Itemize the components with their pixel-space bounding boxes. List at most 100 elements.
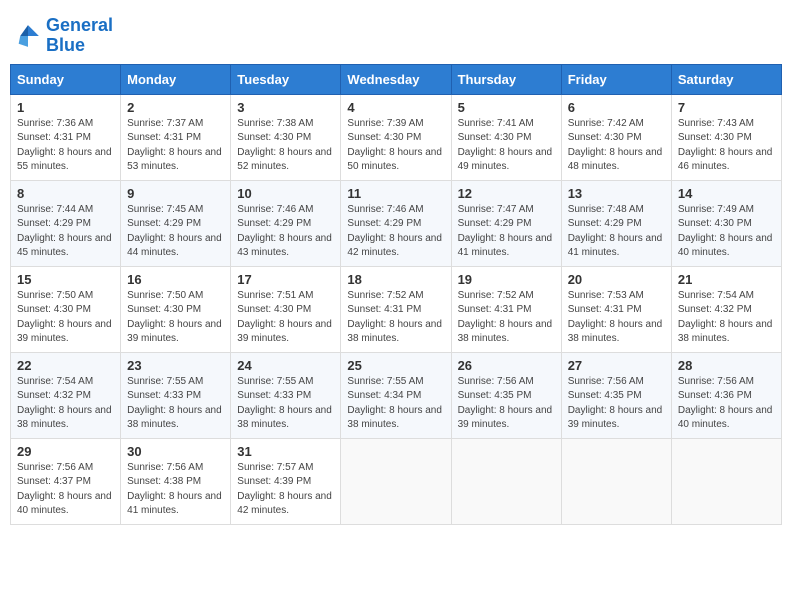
day-number: 4 [347, 100, 444, 115]
weekday-header-sunday: Sunday [11, 64, 121, 94]
calendar-cell: 12 Sunrise: 7:47 AM Sunset: 4:29 PM Dayl… [451, 180, 561, 266]
day-info: Sunrise: 7:50 AM Sunset: 4:30 PM Dayligh… [127, 289, 224, 347]
weekday-header-tuesday: Tuesday [231, 64, 341, 94]
day-info: Sunrise: 7:56 AM Sunset: 4:37 PM Dayligh… [17, 461, 114, 519]
day-info: Sunrise: 7:51 AM Sunset: 4:30 PM Dayligh… [237, 289, 334, 347]
calendar-week-4: 22 Sunrise: 7:54 AM Sunset: 4:32 PM Dayl… [11, 352, 782, 438]
day-number: 15 [17, 272, 114, 287]
calendar-cell: 7 Sunrise: 7:43 AM Sunset: 4:30 PM Dayli… [671, 94, 781, 180]
day-number: 1 [17, 100, 114, 115]
day-info: Sunrise: 7:56 AM Sunset: 4:38 PM Dayligh… [127, 461, 224, 519]
calendar-cell: 30 Sunrise: 7:56 AM Sunset: 4:38 PM Dayl… [121, 438, 231, 524]
calendar-cell: 17 Sunrise: 7:51 AM Sunset: 4:30 PM Dayl… [231, 266, 341, 352]
day-info: Sunrise: 7:47 AM Sunset: 4:29 PM Dayligh… [458, 203, 555, 261]
calendar-cell: 29 Sunrise: 7:56 AM Sunset: 4:37 PM Dayl… [11, 438, 121, 524]
day-number: 28 [678, 358, 775, 373]
calendar-cell: 1 Sunrise: 7:36 AM Sunset: 4:31 PM Dayli… [11, 94, 121, 180]
calendar-cell: 8 Sunrise: 7:44 AM Sunset: 4:29 PM Dayli… [11, 180, 121, 266]
logo: GeneralBlue [14, 16, 113, 56]
calendar-cell: 24 Sunrise: 7:55 AM Sunset: 4:33 PM Dayl… [231, 352, 341, 438]
calendar-cell [561, 438, 671, 524]
calendar-cell: 31 Sunrise: 7:57 AM Sunset: 4:39 PM Dayl… [231, 438, 341, 524]
day-number: 13 [568, 186, 665, 201]
calendar-cell: 16 Sunrise: 7:50 AM Sunset: 4:30 PM Dayl… [121, 266, 231, 352]
day-info: Sunrise: 7:55 AM Sunset: 4:33 PM Dayligh… [237, 375, 334, 433]
day-info: Sunrise: 7:54 AM Sunset: 4:32 PM Dayligh… [678, 289, 775, 347]
calendar-cell [671, 438, 781, 524]
calendar-body: 1 Sunrise: 7:36 AM Sunset: 4:31 PM Dayli… [11, 94, 782, 524]
calendar-cell: 3 Sunrise: 7:38 AM Sunset: 4:30 PM Dayli… [231, 94, 341, 180]
day-number: 27 [568, 358, 665, 373]
day-info: Sunrise: 7:49 AM Sunset: 4:30 PM Dayligh… [678, 203, 775, 261]
calendar-table: SundayMondayTuesdayWednesdayThursdayFrid… [10, 64, 782, 525]
day-info: Sunrise: 7:56 AM Sunset: 4:35 PM Dayligh… [568, 375, 665, 433]
day-info: Sunrise: 7:52 AM Sunset: 4:31 PM Dayligh… [458, 289, 555, 347]
calendar-cell: 26 Sunrise: 7:56 AM Sunset: 4:35 PM Dayl… [451, 352, 561, 438]
weekday-header-monday: Monday [121, 64, 231, 94]
day-number: 11 [347, 186, 444, 201]
day-info: Sunrise: 7:53 AM Sunset: 4:31 PM Dayligh… [568, 289, 665, 347]
day-info: Sunrise: 7:38 AM Sunset: 4:30 PM Dayligh… [237, 117, 334, 175]
calendar-cell: 21 Sunrise: 7:54 AM Sunset: 4:32 PM Dayl… [671, 266, 781, 352]
day-number: 17 [237, 272, 334, 287]
day-info: Sunrise: 7:50 AM Sunset: 4:30 PM Dayligh… [17, 289, 114, 347]
day-info: Sunrise: 7:39 AM Sunset: 4:30 PM Dayligh… [347, 117, 444, 175]
day-info: Sunrise: 7:36 AM Sunset: 4:31 PM Dayligh… [17, 117, 114, 175]
day-number: 7 [678, 100, 775, 115]
day-info: Sunrise: 7:42 AM Sunset: 4:30 PM Dayligh… [568, 117, 665, 175]
calendar-cell: 10 Sunrise: 7:46 AM Sunset: 4:29 PM Dayl… [231, 180, 341, 266]
calendar-cell: 25 Sunrise: 7:55 AM Sunset: 4:34 PM Dayl… [341, 352, 451, 438]
day-number: 22 [17, 358, 114, 373]
calendar-week-2: 8 Sunrise: 7:44 AM Sunset: 4:29 PM Dayli… [11, 180, 782, 266]
day-info: Sunrise: 7:54 AM Sunset: 4:32 PM Dayligh… [17, 375, 114, 433]
day-number: 5 [458, 100, 555, 115]
day-number: 18 [347, 272, 444, 287]
calendar-cell: 6 Sunrise: 7:42 AM Sunset: 4:30 PM Dayli… [561, 94, 671, 180]
calendar-cell: 27 Sunrise: 7:56 AM Sunset: 4:35 PM Dayl… [561, 352, 671, 438]
day-info: Sunrise: 7:48 AM Sunset: 4:29 PM Dayligh… [568, 203, 665, 261]
day-info: Sunrise: 7:37 AM Sunset: 4:31 PM Dayligh… [127, 117, 224, 175]
day-number: 12 [458, 186, 555, 201]
day-info: Sunrise: 7:56 AM Sunset: 4:35 PM Dayligh… [458, 375, 555, 433]
day-number: 2 [127, 100, 224, 115]
day-number: 30 [127, 444, 224, 459]
day-number: 24 [237, 358, 334, 373]
calendar-cell: 4 Sunrise: 7:39 AM Sunset: 4:30 PM Dayli… [341, 94, 451, 180]
calendar-cell: 11 Sunrise: 7:46 AM Sunset: 4:29 PM Dayl… [341, 180, 451, 266]
day-number: 31 [237, 444, 334, 459]
day-number: 29 [17, 444, 114, 459]
day-number: 20 [568, 272, 665, 287]
day-info: Sunrise: 7:44 AM Sunset: 4:29 PM Dayligh… [17, 203, 114, 261]
calendar-week-5: 29 Sunrise: 7:56 AM Sunset: 4:37 PM Dayl… [11, 438, 782, 524]
calendar-cell: 18 Sunrise: 7:52 AM Sunset: 4:31 PM Dayl… [341, 266, 451, 352]
day-info: Sunrise: 7:43 AM Sunset: 4:30 PM Dayligh… [678, 117, 775, 175]
day-info: Sunrise: 7:52 AM Sunset: 4:31 PM Dayligh… [347, 289, 444, 347]
day-info: Sunrise: 7:41 AM Sunset: 4:30 PM Dayligh… [458, 117, 555, 175]
day-info: Sunrise: 7:46 AM Sunset: 4:29 PM Dayligh… [237, 203, 334, 261]
calendar-header-row: SundayMondayTuesdayWednesdayThursdayFrid… [11, 64, 782, 94]
calendar-cell: 19 Sunrise: 7:52 AM Sunset: 4:31 PM Dayl… [451, 266, 561, 352]
day-number: 26 [458, 358, 555, 373]
day-info: Sunrise: 7:55 AM Sunset: 4:33 PM Dayligh… [127, 375, 224, 433]
day-number: 14 [678, 186, 775, 201]
day-info: Sunrise: 7:46 AM Sunset: 4:29 PM Dayligh… [347, 203, 444, 261]
logo-text: GeneralBlue [46, 16, 113, 56]
day-number: 3 [237, 100, 334, 115]
day-number: 9 [127, 186, 224, 201]
day-number: 6 [568, 100, 665, 115]
weekday-header-saturday: Saturday [671, 64, 781, 94]
calendar-cell [451, 438, 561, 524]
calendar-cell: 5 Sunrise: 7:41 AM Sunset: 4:30 PM Dayli… [451, 94, 561, 180]
logo-icon [14, 22, 42, 50]
day-number: 10 [237, 186, 334, 201]
calendar-cell: 23 Sunrise: 7:55 AM Sunset: 4:33 PM Dayl… [121, 352, 231, 438]
calendar-week-3: 15 Sunrise: 7:50 AM Sunset: 4:30 PM Dayl… [11, 266, 782, 352]
day-number: 16 [127, 272, 224, 287]
calendar-cell: 28 Sunrise: 7:56 AM Sunset: 4:36 PM Dayl… [671, 352, 781, 438]
day-number: 23 [127, 358, 224, 373]
day-number: 19 [458, 272, 555, 287]
weekday-header-wednesday: Wednesday [341, 64, 451, 94]
calendar-cell: 15 Sunrise: 7:50 AM Sunset: 4:30 PM Dayl… [11, 266, 121, 352]
day-number: 21 [678, 272, 775, 287]
calendar-cell: 2 Sunrise: 7:37 AM Sunset: 4:31 PM Dayli… [121, 94, 231, 180]
